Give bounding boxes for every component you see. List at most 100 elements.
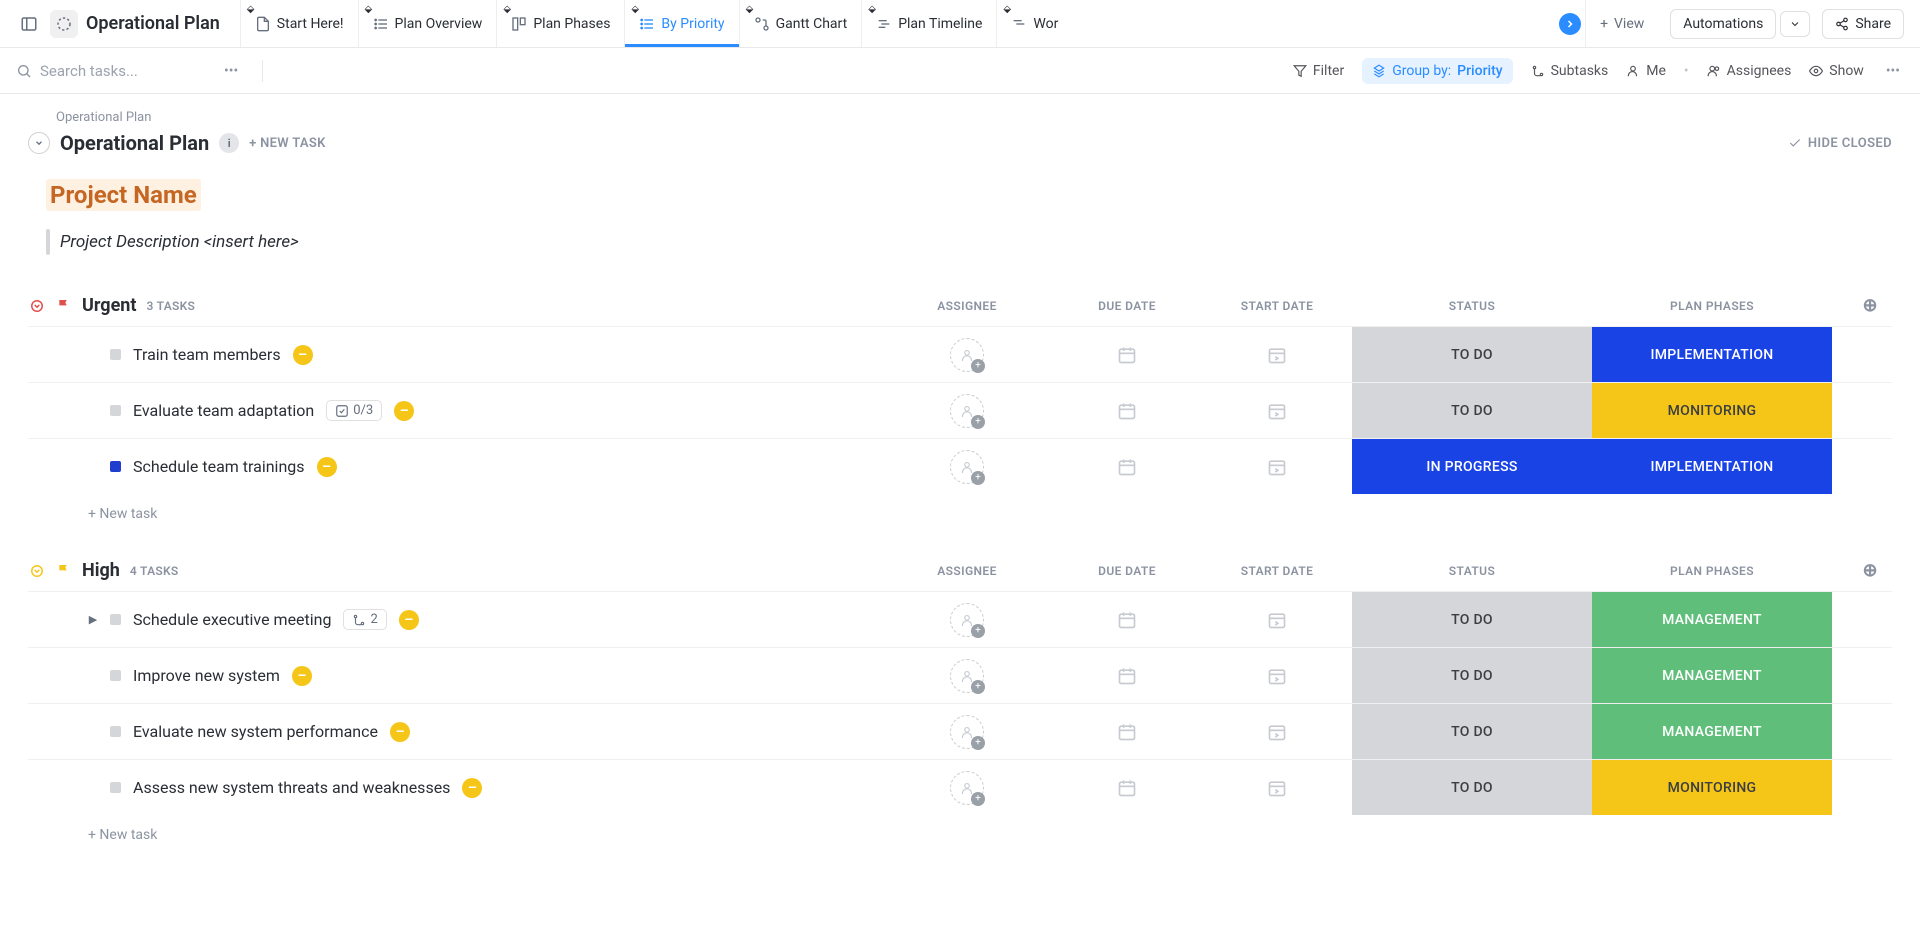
priority-badge[interactable]: –	[317, 457, 337, 477]
status-cell[interactable]: TO DO	[1352, 704, 1592, 759]
status-cell[interactable]: TO DO	[1352, 383, 1592, 438]
search-wrap[interactable]	[16, 62, 200, 80]
task-name[interactable]: Evaluate new system performance	[133, 722, 378, 741]
show-button[interactable]: Show	[1809, 63, 1864, 79]
share-button[interactable]: Share	[1822, 9, 1904, 39]
col-due-date[interactable]: DUE DATE	[1052, 564, 1202, 578]
col-assignee[interactable]: ASSIGNEE	[882, 299, 1052, 313]
task-row[interactable]: Schedule team trainings – + IN PROGRESS …	[28, 438, 1892, 494]
assignee-cell[interactable]: +	[882, 439, 1052, 494]
page-title-top[interactable]: Operational Plan	[86, 13, 220, 34]
search-more[interactable]: •••	[220, 59, 242, 83]
start-date-cell[interactable]	[1202, 439, 1352, 494]
checklist-badge[interactable]: 0/3	[326, 400, 382, 421]
task-status-dot[interactable]	[110, 461, 121, 472]
tab-gantt-chart[interactable]: ⬙ Gantt Chart	[739, 0, 862, 47]
plan-phase-cell[interactable]: MONITORING	[1592, 383, 1832, 438]
collapse-sidebar-icon[interactable]	[16, 11, 42, 37]
filter-button[interactable]: Filter	[1293, 63, 1344, 79]
new-task-row[interactable]: + New task	[28, 494, 1892, 522]
assign-person-icon[interactable]: +	[950, 338, 984, 372]
add-column-button[interactable]: ⊕	[1832, 295, 1892, 316]
assignee-cell[interactable]: +	[882, 327, 1052, 382]
task-name[interactable]: Schedule team trainings	[133, 457, 305, 476]
due-date-cell[interactable]	[1052, 383, 1202, 438]
info-icon[interactable]: i	[219, 133, 239, 153]
status-cell[interactable]: TO DO	[1352, 592, 1592, 647]
assignee-cell[interactable]: +	[882, 383, 1052, 438]
tab-by-priority[interactable]: ⬙ By Priority	[624, 0, 738, 47]
task-status-dot[interactable]	[110, 405, 121, 416]
status-cell[interactable]: TO DO	[1352, 327, 1592, 382]
tab-plan-overview[interactable]: ⬙ Plan Overview	[358, 0, 497, 47]
tab-workload[interactable]: ⬙ Wor	[996, 0, 1072, 47]
priority-badge[interactable]: –	[394, 401, 414, 421]
col-plan-phases[interactable]: PLAN PHASES	[1592, 564, 1832, 578]
status-cell[interactable]: IN PROGRESS	[1352, 439, 1592, 494]
task-status-dot[interactable]	[110, 726, 121, 737]
priority-badge[interactable]: –	[293, 345, 313, 365]
status-cell[interactable]: TO DO	[1352, 760, 1592, 815]
col-assignee[interactable]: ASSIGNEE	[882, 564, 1052, 578]
automations-button[interactable]: Automations	[1670, 9, 1776, 39]
col-start-date[interactable]: START DATE	[1202, 564, 1352, 578]
assign-person-icon[interactable]: +	[950, 771, 984, 805]
assignee-cell[interactable]: +	[882, 704, 1052, 759]
plan-phase-cell[interactable]: MONITORING	[1592, 760, 1832, 815]
more-options[interactable]: •••	[1882, 59, 1904, 83]
assignees-button[interactable]: Assignees	[1707, 63, 1792, 79]
start-date-cell[interactable]	[1202, 592, 1352, 647]
task-name[interactable]: Improve new system	[133, 666, 280, 685]
task-status-dot[interactable]	[110, 614, 121, 625]
task-row[interactable]: Assess new system threats and weaknesses…	[28, 759, 1892, 815]
plan-phase-cell[interactable]: IMPLEMENTATION	[1592, 439, 1832, 494]
automations-caret[interactable]	[1780, 11, 1810, 37]
group-name[interactable]: High	[82, 560, 120, 581]
task-row[interactable]: Evaluate team adaptation 0/3 – + TO DO M…	[28, 382, 1892, 438]
list-title[interactable]: Operational Plan	[60, 131, 209, 155]
assign-person-icon[interactable]: +	[950, 603, 984, 637]
add-view-button[interactable]: + View	[1585, 0, 1658, 47]
subtasks-badge[interactable]: 2	[343, 609, 386, 630]
due-date-cell[interactable]	[1052, 704, 1202, 759]
start-date-cell[interactable]	[1202, 327, 1352, 382]
tab-plan-phases[interactable]: ⬙ Plan Phases	[496, 0, 624, 47]
space-icon[interactable]	[50, 10, 78, 38]
tab-start-here[interactable]: ⬙ Start Here!	[240, 0, 358, 47]
task-name[interactable]: Assess new system threats and weaknesses	[133, 778, 450, 797]
me-button[interactable]: Me	[1626, 63, 1666, 79]
task-name[interactable]: Schedule executive meeting	[133, 610, 331, 629]
assign-person-icon[interactable]: +	[950, 450, 984, 484]
task-name[interactable]: Train team members	[133, 345, 281, 364]
col-status[interactable]: STATUS	[1352, 299, 1592, 313]
add-column-button[interactable]: ⊕	[1832, 560, 1892, 581]
group-collapse-toggle[interactable]	[28, 297, 46, 315]
doc-title[interactable]: Project Name	[46, 179, 201, 211]
col-start-date[interactable]: START DATE	[1202, 299, 1352, 313]
new-task-row[interactable]: + New task	[28, 815, 1892, 843]
hide-closed-button[interactable]: HIDE CLOSED	[1788, 136, 1892, 151]
due-date-cell[interactable]	[1052, 327, 1202, 382]
new-task-button[interactable]: + NEW TASK	[249, 136, 325, 151]
assign-person-icon[interactable]: +	[950, 394, 984, 428]
due-date-cell[interactable]	[1052, 592, 1202, 647]
assign-person-icon[interactable]: +	[950, 715, 984, 749]
assignee-cell[interactable]: +	[882, 648, 1052, 703]
tabs-scroll-right[interactable]	[1559, 13, 1581, 35]
task-status-dot[interactable]	[110, 349, 121, 360]
priority-badge[interactable]: –	[399, 610, 419, 630]
task-row[interactable]: Train team members – + TO DO IMPLEMENTAT…	[28, 326, 1892, 382]
assignee-cell[interactable]: +	[882, 760, 1052, 815]
col-status[interactable]: STATUS	[1352, 564, 1592, 578]
task-row[interactable]: ▶ Schedule executive meeting 2 – + TO DO…	[28, 591, 1892, 647]
priority-badge[interactable]: –	[292, 666, 312, 686]
search-input[interactable]	[40, 62, 200, 80]
task-row[interactable]: Improve new system – + TO DO MANAGEMENT	[28, 647, 1892, 703]
group-by-button[interactable]: Group by: Priority	[1362, 58, 1512, 84]
priority-badge[interactable]: –	[390, 722, 410, 742]
task-name[interactable]: Evaluate team adaptation	[133, 401, 314, 420]
col-due-date[interactable]: DUE DATE	[1052, 299, 1202, 313]
due-date-cell[interactable]	[1052, 439, 1202, 494]
col-plan-phases[interactable]: PLAN PHASES	[1592, 299, 1832, 313]
group-collapse-toggle[interactable]	[28, 562, 46, 580]
